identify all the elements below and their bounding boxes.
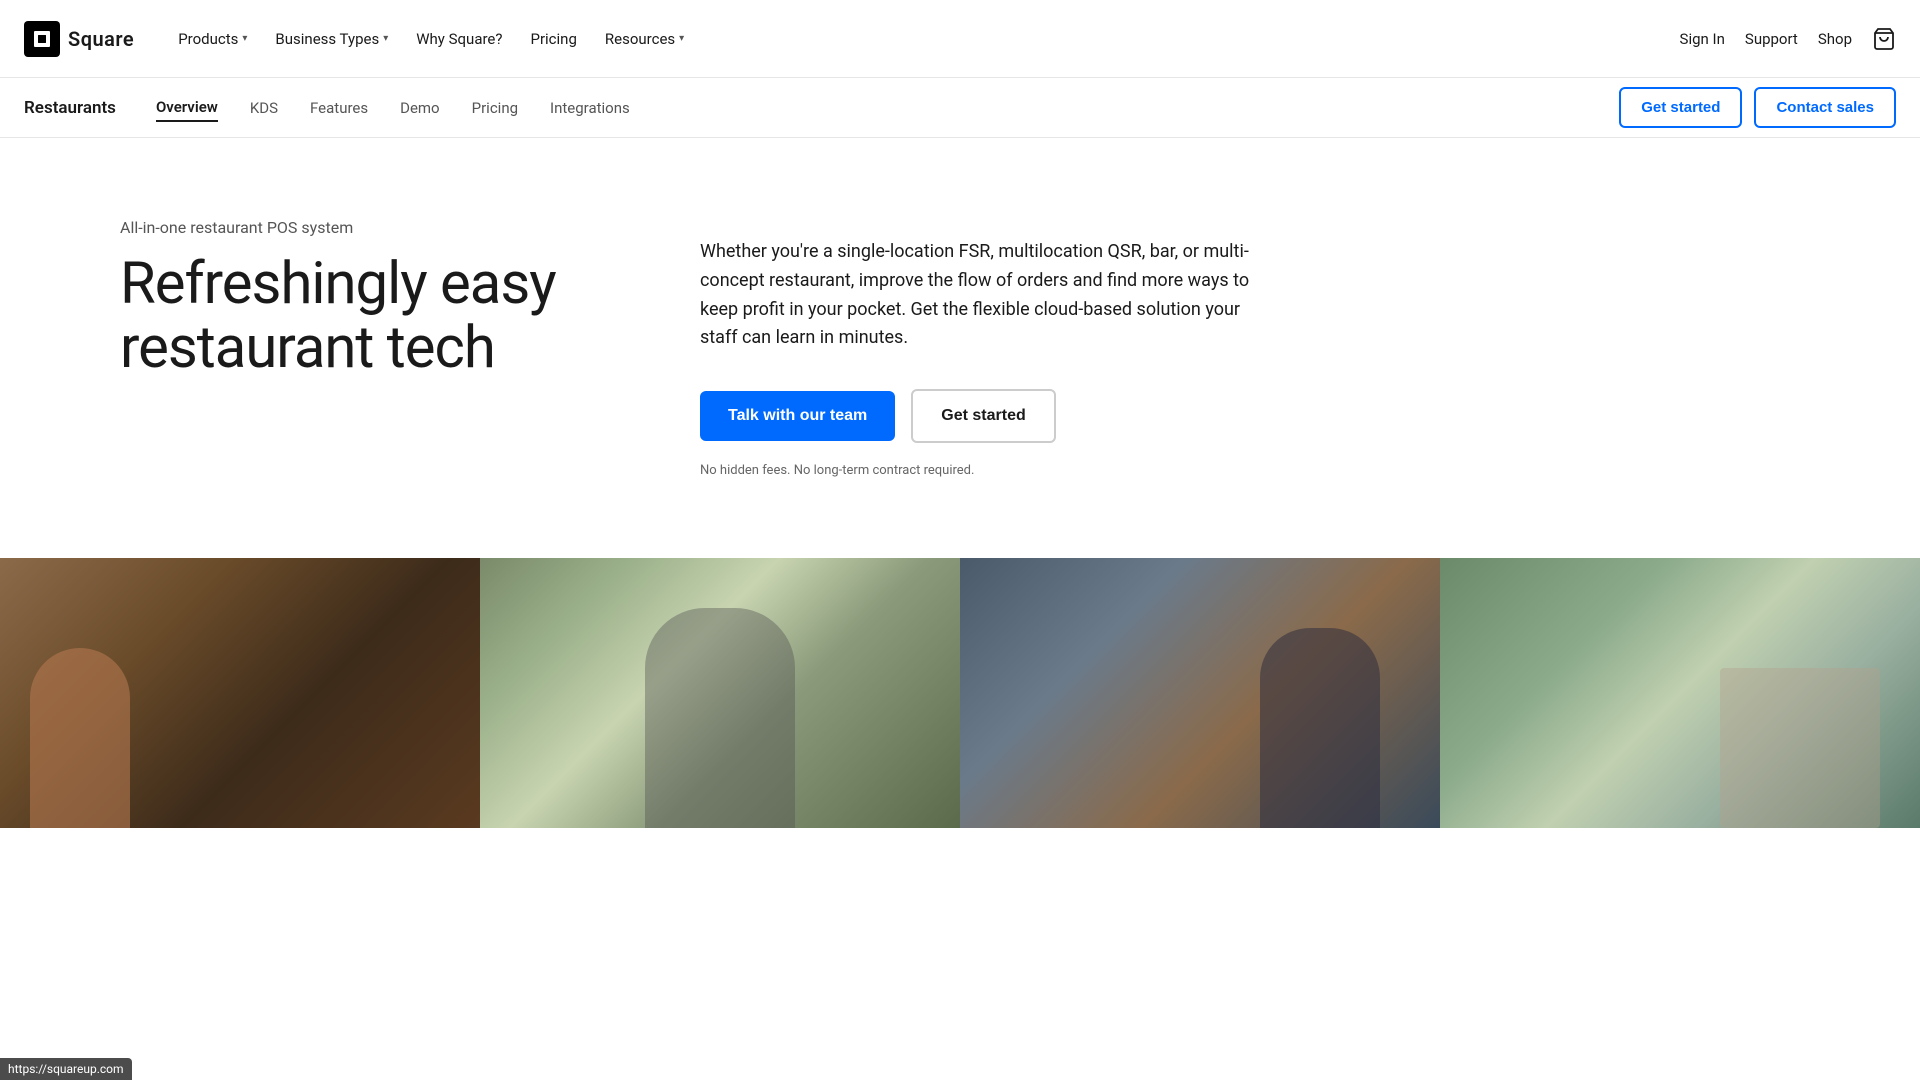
gallery-item-4 bbox=[1440, 558, 1920, 828]
sub-nav-brand: Restaurants bbox=[24, 98, 116, 118]
hero-get-started-button[interactable]: Get started bbox=[911, 389, 1055, 443]
logo-text: Square bbox=[68, 27, 134, 51]
sign-in-link[interactable]: Sign In bbox=[1680, 30, 1725, 48]
get-started-button[interactable]: Get started bbox=[1619, 87, 1742, 128]
logo-icon bbox=[24, 21, 60, 57]
nav-item-resources[interactable]: Resources ▾ bbox=[593, 22, 696, 56]
shop-link[interactable]: Shop bbox=[1818, 30, 1852, 48]
hero-section: All-in-one restaurant POS system Refresh… bbox=[0, 138, 1920, 558]
chevron-down-icon: ▾ bbox=[383, 33, 388, 44]
nav-item-products[interactable]: Products ▾ bbox=[166, 22, 259, 56]
nav-item-pricing[interactable]: Pricing bbox=[518, 22, 588, 56]
hero-right: Whether you're a single-location FSR, mu… bbox=[700, 218, 1260, 478]
sub-nav-actions: Get started Contact sales bbox=[1619, 87, 1896, 128]
hero-description: Whether you're a single-location FSR, mu… bbox=[700, 238, 1260, 353]
hero-buttons: Talk with our team Get started bbox=[700, 389, 1260, 443]
sub-nav-pricing[interactable]: Pricing bbox=[472, 95, 518, 121]
gallery-item-2 bbox=[480, 558, 960, 828]
hero-footnote: No hidden fees. No long-term contract re… bbox=[700, 463, 1260, 478]
top-navigation: Square Products ▾ Business Types ▾ Why S… bbox=[0, 0, 1920, 78]
gallery-item-3 bbox=[960, 558, 1440, 828]
contact-sales-button[interactable]: Contact sales bbox=[1754, 87, 1896, 128]
talk-with-team-button[interactable]: Talk with our team bbox=[700, 391, 895, 441]
gallery-item-1 bbox=[0, 558, 480, 828]
sub-nav-features[interactable]: Features bbox=[310, 95, 368, 121]
chevron-down-icon: ▾ bbox=[242, 33, 247, 44]
nav-item-why-square[interactable]: Why Square? bbox=[404, 22, 514, 56]
sub-nav-kds[interactable]: KDS bbox=[250, 95, 278, 121]
hero-eyebrow: All-in-one restaurant POS system bbox=[120, 218, 620, 237]
support-link[interactable]: Support bbox=[1745, 30, 1798, 48]
hero-left: All-in-one restaurant POS system Refresh… bbox=[120, 218, 620, 381]
sub-nav-links: Overview KDS Features Demo Pricing Integ… bbox=[156, 94, 1619, 122]
status-bar: https://squareup.com bbox=[0, 1058, 132, 1080]
chevron-down-icon: ▾ bbox=[679, 33, 684, 44]
nav-item-business-types[interactable]: Business Types ▾ bbox=[263, 22, 400, 56]
photo-gallery bbox=[0, 558, 1920, 828]
hero-title: Refreshingly easy restaurant tech bbox=[120, 253, 620, 381]
sub-nav-integrations[interactable]: Integrations bbox=[550, 95, 630, 121]
sub-navigation: Restaurants Overview KDS Features Demo P… bbox=[0, 78, 1920, 138]
sub-nav-overview[interactable]: Overview bbox=[156, 94, 218, 122]
nav-right: Sign In Support Shop bbox=[1680, 27, 1896, 51]
sub-nav-demo[interactable]: Demo bbox=[400, 95, 440, 121]
cart-button[interactable] bbox=[1872, 27, 1896, 51]
main-nav: Products ▾ Business Types ▾ Why Square? … bbox=[166, 22, 1679, 56]
logo[interactable]: Square bbox=[24, 21, 134, 57]
